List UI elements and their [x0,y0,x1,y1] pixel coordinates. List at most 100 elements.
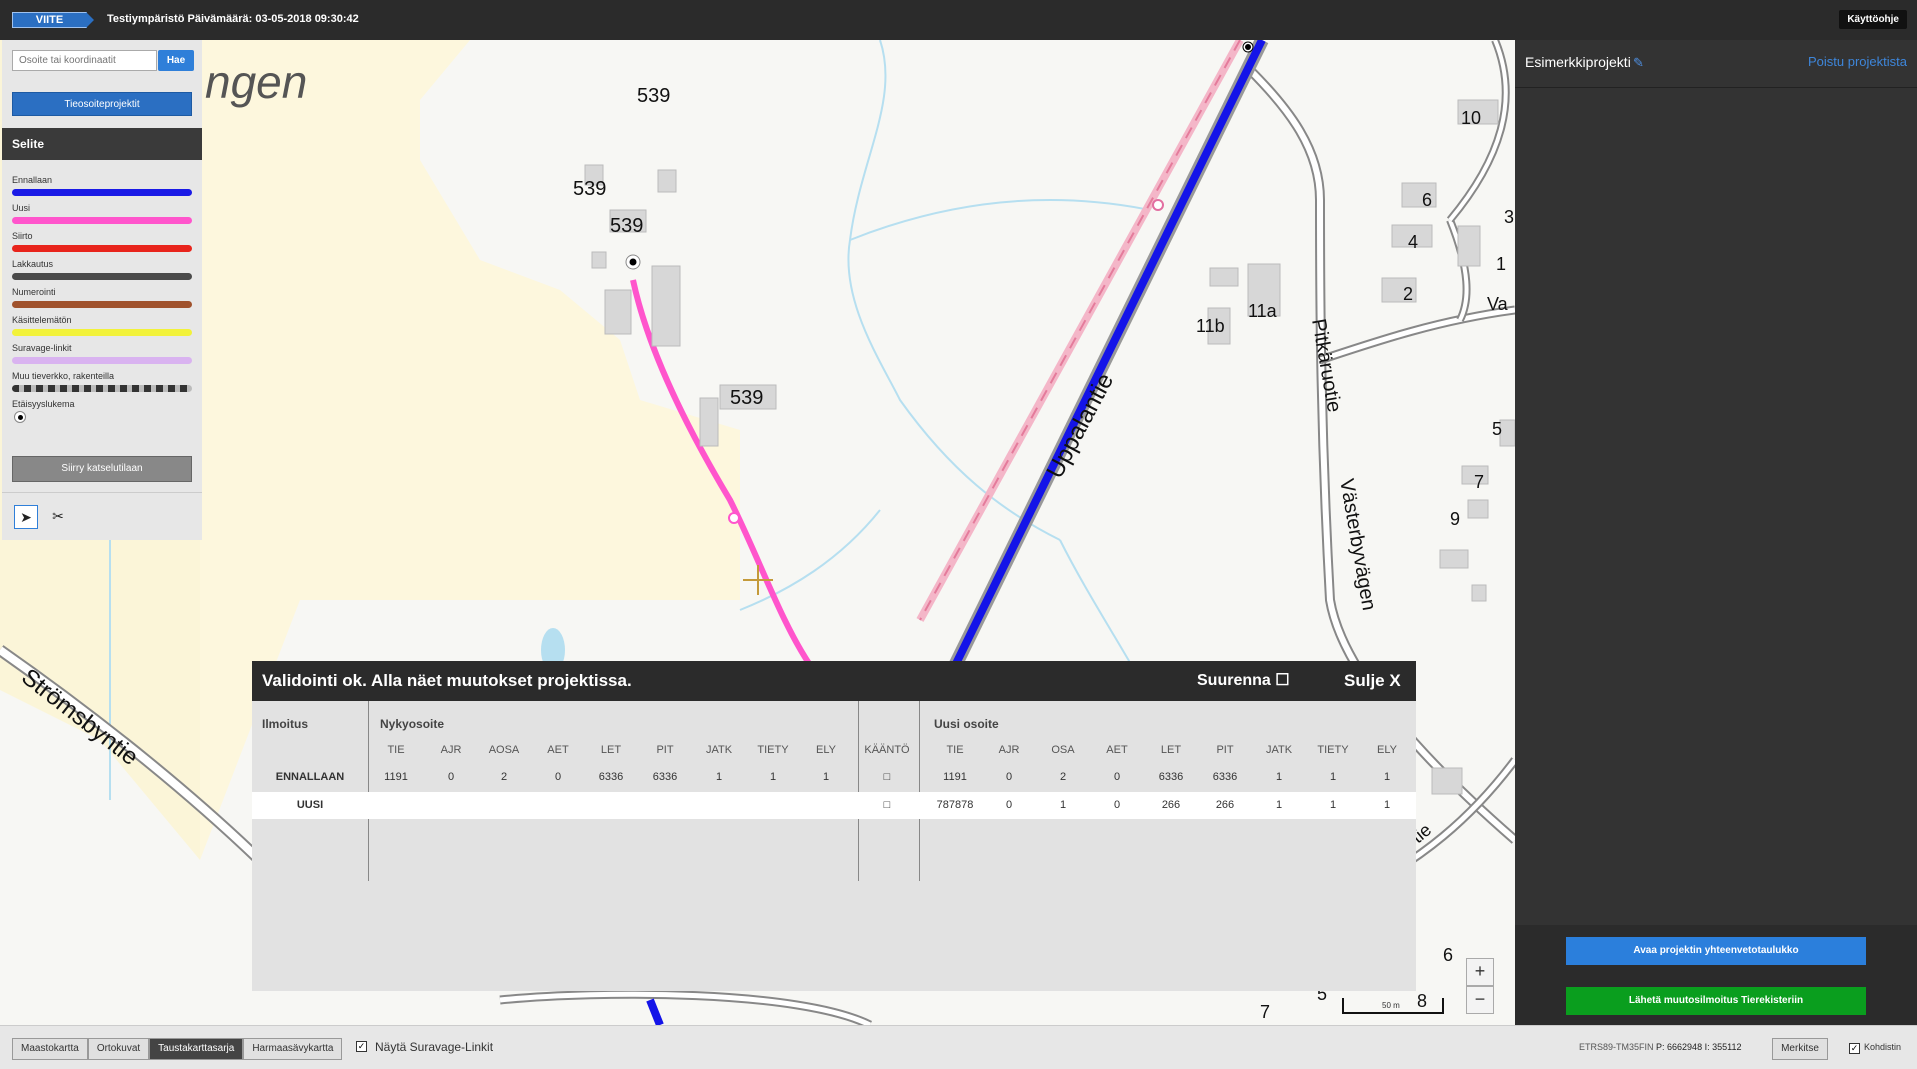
header-new-jatk: JATK [1265,744,1293,756]
app-root: ngen 539 539 539 539 10 6 4 2 11a 11b 5 … [0,0,1917,1069]
legend-label: Lakkautus [12,259,54,269]
basemap-selector: Maastokartta Ortokuvat Taustakarttasarja… [12,1038,343,1060]
table-cell: 1 [1275,799,1283,811]
table-cell: 2 [1059,771,1067,783]
enlarge-label: Suurenna [1197,672,1271,689]
viite-logo[interactable]: VIITE [12,12,87,28]
legend-line-yellow [12,329,192,336]
close-button[interactable]: Sulje X [1344,671,1401,691]
coord-i: I: 355112 [1704,1042,1742,1052]
basemap-maastokartta[interactable]: Maastokartta [12,1038,88,1060]
enlarge-button[interactable]: Suurenna ☐ [1197,670,1290,690]
divider [2,492,202,493]
reverse-checkbox[interactable]: □ [862,771,912,783]
table-cell: 0 [1113,799,1121,811]
legend-line-brown [12,301,192,308]
legend-item-ennallaan: Ennallaan [12,175,194,203]
map-label-va: Va [1487,294,1509,314]
header-aosa: AOSA [488,744,520,756]
map-label-area: ngen [205,56,307,108]
legend-label: Ennallaan [12,175,53,185]
table-cell: 1 [769,771,777,783]
header-pit: PIT [656,744,674,756]
zoom-out-button[interactable]: − [1466,986,1494,1014]
section-new-header: Uusi osoite [934,717,999,731]
distance-pin-icon [14,411,26,423]
basemap-ortokuvat[interactable]: Ortokuvat [87,1038,150,1060]
crosshair-checkbox[interactable]: ✓ [1849,1043,1860,1054]
legend-label: Suravage-linkit [12,343,72,353]
leave-project-link[interactable]: Poistu projektista [1808,54,1907,69]
table-cell: 0 [447,771,455,783]
view-mode-button[interactable]: Siirry katselutilaan [12,456,192,482]
header-new-pit: PIT [1216,744,1234,756]
legend-label: Muu tieverkko, rakenteilla [12,371,115,381]
legend-line-blue [12,189,192,196]
map-label-9: 9 [1450,509,1460,529]
legend-label: Numerointi [12,287,56,297]
map-label-5: 5 [1492,419,1502,439]
map-label-7b: 7 [1260,1002,1270,1022]
search-button[interactable]: Hae [158,50,194,71]
select-arrow-icon[interactable]: ➤ [14,505,38,529]
legend-label: Käsittelemätön [12,315,72,325]
coordinates-readout: ETRS89-TM35FIN P: 6662948 I: 355112 [1579,1042,1741,1052]
table-cell: 6336 [1212,771,1238,783]
map-label-2: 2 [1403,284,1413,304]
map-label-11b: 11b [1196,316,1225,336]
header-jatk: JATK [705,744,733,756]
legend-title: Selite [2,128,202,160]
manual-button[interactable]: Käyttöohje [1839,10,1907,29]
changes-modal: Validointi ok. Alla näet muutokset proje… [252,661,1416,991]
header-reverse: KÄÄNTÖ [864,744,910,756]
map-label-6: 6 [1422,190,1432,210]
bottom-bar: Maastokartta Ortokuvat Taustakarttasarja… [0,1025,1917,1069]
suravage-label: Näytä Suravage-Linkit [375,1040,494,1054]
project-summary-button[interactable]: Avaa projektin yhteenvetotaulukko [1566,937,1866,965]
map-label-10: 10 [1461,108,1481,128]
scissors-icon[interactable]: ✂ [46,505,70,529]
header-tie: TIE [387,744,405,756]
header-ely: ELY [816,744,836,756]
project-name: Esimerkkiprojekti [1525,54,1631,70]
table-cell: 1 [715,771,723,783]
reverse-checkbox[interactable]: □ [862,799,912,811]
mark-button[interactable]: Merkitse [1772,1038,1828,1060]
divider [1515,87,1917,88]
suravage-checkbox[interactable]: ✓ [356,1041,367,1052]
enlarge-checkbox-icon: ☐ [1275,672,1290,689]
section-current-header: Nykyosoite [380,717,445,731]
section-notice-header: Ilmoitus [262,717,309,731]
modal-title: Validointi ok. Alla näet muutokset proje… [262,671,632,690]
legend-line-lilac [12,357,192,364]
legend-item-lakkautus: Lakkautus [12,259,194,287]
scale-label: 50 m [1382,1001,1400,1010]
table-cell: 6336 [1158,771,1184,783]
crosshair-label: Kohdistin [1864,1042,1902,1052]
header-new-let: LET [1160,744,1182,756]
header-let: LET [600,744,622,756]
zoom-in-button[interactable]: + [1466,958,1494,986]
map-label-4: 4 [1408,232,1418,252]
send-change-notification-button[interactable]: Lähetä muutosilmoitus Tierekisteriin [1566,987,1866,1015]
map-label-6b: 6 [1443,945,1453,965]
legend: Ennallaan Uusi Siirto Lakkautus Numeroin… [12,175,194,427]
coord-system: ETRS89-TM35FIN [1579,1042,1654,1052]
legend-line-dashed [12,385,192,392]
basemap-harmaasavykartta[interactable]: Harmaasävykartta [243,1038,343,1060]
table-cell: 6336 [598,771,624,783]
top-bar: VIITE Testiympäristö Päivämäärä: 03-05-2… [0,0,1917,40]
table-cell: 6336 [652,771,678,783]
search-input[interactable] [12,50,157,71]
table-cell: 1 [1383,799,1391,811]
header-tiety: TIETY [757,744,789,756]
header-new-ely: ELY [1377,744,1397,756]
legend-line-pink [12,217,192,224]
basemap-taustakarttasarja[interactable]: Taustakarttasarja [149,1038,244,1060]
legend-item-muu-tieverkko: Muu tieverkko, rakenteilla [12,371,194,399]
coord-p: P: 6662948 [1656,1042,1703,1052]
map-label-539b: 539 [573,178,606,200]
pencil-icon[interactable]: ✎ [1633,55,1644,71]
road-address-projects-button[interactable]: Tieosoiteprojektit [12,92,192,116]
table-cell: 1 [822,771,830,783]
